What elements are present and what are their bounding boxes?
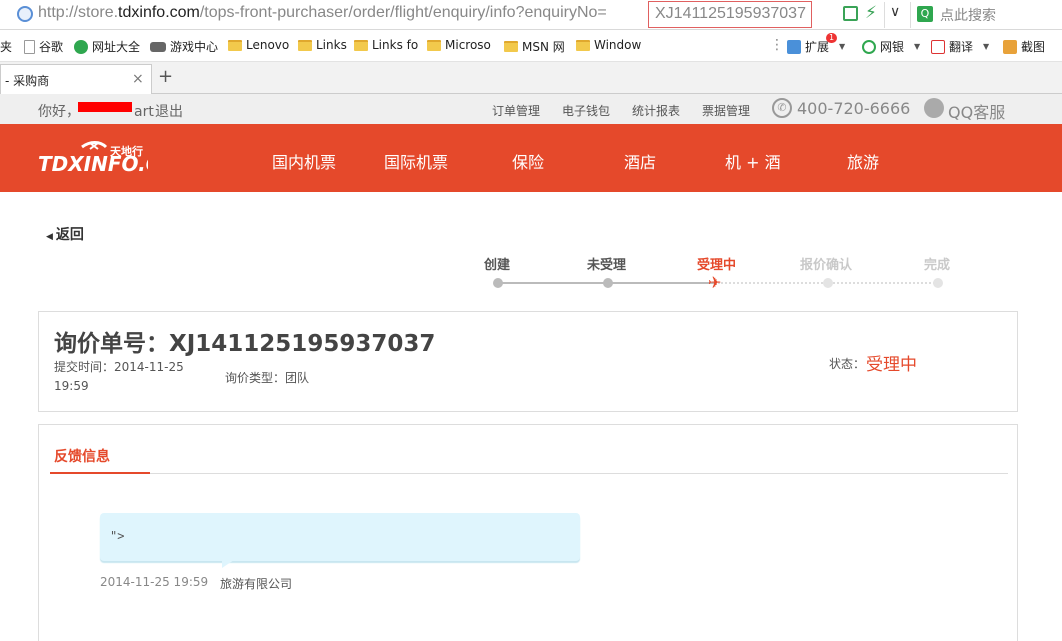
bookmark-folder[interactable]: Links fo: [354, 38, 418, 52]
main-navigation: TDXINFO.COM 天地行 国内机票 国际机票 保险 酒店 机 + 酒 旅游: [0, 124, 1062, 192]
translate-icon: [931, 39, 945, 54]
chevron-down-icon[interactable]: ∨: [890, 4, 900, 20]
bookmark-folder[interactable]: Links: [298, 38, 347, 52]
bookmark-folder[interactable]: Microso: [427, 38, 491, 52]
step-quote-confirm: 报价确认: [800, 258, 853, 273]
folder-icon: [298, 39, 312, 51]
caret-down-icon: ▼: [914, 42, 921, 51]
scissors-icon: [1003, 39, 1017, 54]
step-processing: 受理中: [697, 258, 737, 273]
status-label: 状态：: [829, 357, 866, 371]
tab-strip: - 采购商 × +: [0, 62, 1062, 94]
order-management-link[interactable]: 订单管理: [492, 102, 540, 119]
status-badge: 受理中: [866, 355, 917, 375]
site-identity-icon[interactable]: [17, 6, 33, 22]
redaction-mark: [78, 102, 132, 112]
bookmark-item[interactable]: 谷歌: [24, 38, 63, 55]
bookmark-folder[interactable]: Window: [576, 38, 641, 52]
tab-title: - 采购商: [5, 74, 50, 88]
step-created: 创建: [484, 258, 511, 273]
active-tab-indicator: [50, 472, 150, 474]
tdxinfo-logo[interactable]: TDXINFO.COM 天地行: [38, 137, 197, 181]
message-bubble: ">: [100, 513, 580, 568]
feedback-panel: 反馈信息 "> 2014-11-25 19:59 旅游有限公司: [38, 424, 1018, 641]
bookmark-item[interactable]: 夹: [0, 38, 12, 55]
logout-link[interactable]: 退出: [155, 101, 183, 121]
bookmark-item[interactable]: 游戏中心: [150, 38, 218, 55]
screenshot-button[interactable]: 截图: [1003, 38, 1045, 55]
search-engine-icon[interactable]: Q: [917, 6, 933, 22]
online-banking-button[interactable]: 网银 ▼: [862, 38, 920, 55]
shield-icon: [862, 39, 876, 54]
step-dot: [493, 278, 503, 288]
folder-icon: [228, 39, 242, 51]
enquiry-number-title: 询价单号：XJ141125195937037: [54, 331, 436, 357]
reports-link[interactable]: 统计报表: [632, 102, 680, 119]
divider: [910, 2, 911, 28]
translate-button[interactable]: 翻译 ▼: [931, 38, 989, 55]
folder-icon: [576, 39, 590, 51]
nav-international-flights[interactable]: 国际机票: [384, 149, 448, 173]
tab-feedback[interactable]: 反馈信息: [54, 446, 110, 466]
url-enquiry-number-highlight: XJ141125195937037: [648, 1, 812, 28]
bookmarks-bar: 夹 谷歌 网址大全 游戏中心 Lenovo Links Links fo Mic…: [0, 30, 1062, 62]
nav-travel[interactable]: 旅游: [847, 149, 879, 173]
hotline-number: 400-720-6666: [797, 99, 911, 118]
submit-time: 提交时间：2014-11-25 19:59: [54, 360, 184, 393]
bookmark-item[interactable]: 网址大全: [74, 38, 140, 55]
message-sender: 旅游有限公司: [220, 577, 293, 591]
logo-chinese: 天地行: [110, 144, 143, 158]
notification-badge: 1: [826, 33, 838, 43]
enquiry-type: 询价类型：团队: [225, 371, 310, 385]
page-icon: [24, 39, 35, 54]
nav-insurance[interactable]: 保险: [512, 149, 544, 173]
nav-domestic-flights[interactable]: 国内机票: [272, 149, 336, 173]
bubble-tail: [222, 560, 234, 568]
folder-icon: [354, 39, 368, 51]
phone-icon: ✆: [772, 98, 792, 118]
folder-icon: [427, 39, 441, 51]
step-connector: [498, 282, 608, 284]
folder-icon: [504, 41, 518, 52]
enquiry-summary-panel: 询价单号：XJ141125195937037 提交时间：2014-11-25 1…: [38, 311, 1018, 412]
e-wallet-link[interactable]: 电子钱包: [562, 102, 610, 119]
divider: [50, 473, 1008, 474]
step-dot: [823, 278, 833, 288]
new-tab-button[interactable]: +: [158, 66, 173, 87]
nav-hotel[interactable]: 酒店: [624, 149, 656, 173]
more-icon[interactable]: ⋮: [770, 37, 784, 53]
extensions-button[interactable]: 扩展 ▼: [787, 38, 845, 55]
utility-bar: 你好， art 退出 订单管理 电子钱包 统计报表 票据管理 ✆ 400-720-…: [0, 94, 1062, 124]
step-complete: 完成: [924, 258, 951, 273]
bookmark-folder[interactable]: Lenovo: [228, 38, 289, 52]
caret-left-icon: ◀: [46, 232, 53, 242]
step-connector: [608, 282, 716, 284]
caret-down-icon: ▼: [983, 42, 990, 51]
caret-down-icon: ▼: [839, 42, 846, 51]
message-timestamp: 2014-11-25 19:59: [100, 575, 209, 589]
extensions-icon: [787, 39, 801, 54]
browser-logo-icon: [74, 39, 88, 54]
invoice-management-link[interactable]: 票据管理: [702, 102, 750, 119]
gamepad-icon: [150, 41, 166, 52]
airplane-icon: ✈: [708, 273, 722, 292]
url-text[interactable]: http://store.tdxinfo.com/tops-front-purc…: [38, 4, 607, 22]
step-dot: [933, 278, 943, 288]
message-text: ">: [110, 529, 125, 543]
speed-mode-icon[interactable]: ⚡: [865, 3, 877, 23]
back-link[interactable]: ◀ 返回: [46, 224, 84, 244]
divider: [884, 2, 885, 28]
qq-support-link[interactable]: QQ客服: [948, 99, 1005, 123]
browser-address-bar[interactable]: http://store.tdxinfo.com/tops-front-purc…: [0, 0, 1062, 30]
qq-icon[interactable]: [924, 98, 944, 118]
close-icon[interactable]: ×: [132, 71, 144, 87]
search-input[interactable]: 点此搜索: [940, 5, 996, 25]
browser-tab[interactable]: - 采购商 ×: [0, 64, 152, 94]
bookmark-folder[interactable]: MSN 网: [504, 38, 565, 55]
share-icon[interactable]: [843, 6, 858, 21]
step-not-accepted: 未受理: [587, 258, 627, 273]
step-dot: [603, 278, 613, 288]
nav-flight-hotel[interactable]: 机 + 酒: [725, 149, 781, 173]
